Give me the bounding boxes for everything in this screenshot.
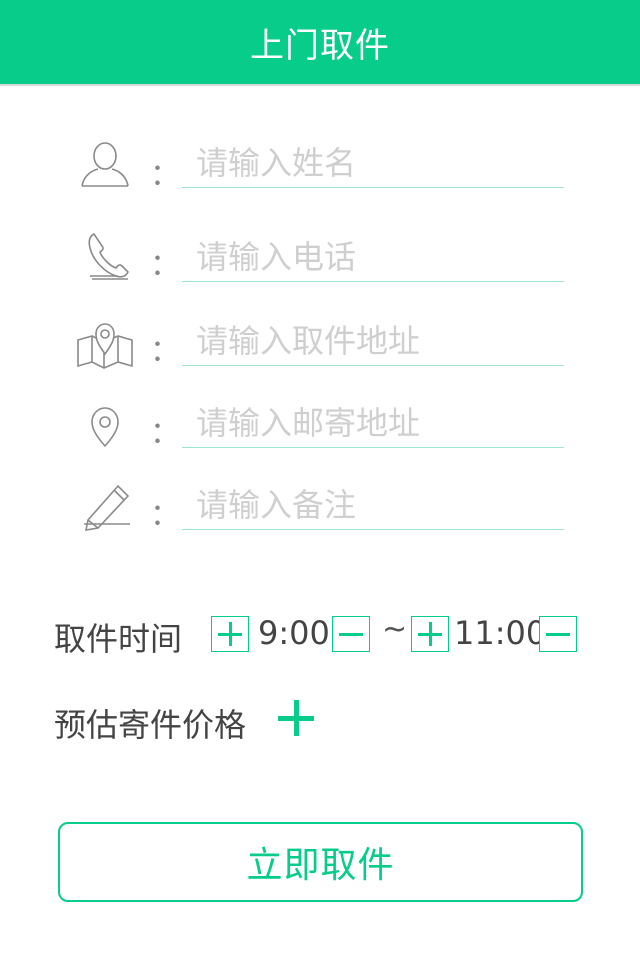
time-separator: ~	[382, 612, 408, 647]
pickup-time-row: 取件时间 9:00 ~ 11:00	[54, 612, 614, 658]
name-input[interactable]	[182, 138, 564, 188]
colon-label: ：	[150, 248, 180, 283]
location-pin-icon	[74, 398, 136, 458]
header-bar: 上门取件	[0, 0, 640, 86]
colon-label: ：	[150, 416, 180, 451]
colon-label: ：	[150, 334, 180, 369]
pencil-icon	[74, 478, 136, 538]
page-title: 上门取件	[250, 25, 390, 66]
start-time-value: 9:00	[258, 614, 330, 652]
name-row: ：	[0, 136, 640, 206]
price-estimate-expand-button[interactable]	[278, 698, 314, 738]
phone-icon	[74, 226, 136, 286]
price-estimate-label: 预估寄件价格	[54, 706, 247, 744]
notes-input[interactable]	[182, 480, 564, 530]
colon-label: ：	[150, 158, 180, 193]
start-time-increase-button[interactable]	[211, 616, 249, 652]
pickup-address-input[interactable]	[182, 316, 564, 366]
submit-pickup-label: 立即取件	[246, 845, 395, 886]
pickup-time-label: 取件时间	[54, 620, 183, 658]
colon-label: ：	[150, 498, 180, 533]
pickup-address-row: ：	[0, 314, 640, 384]
phone-input[interactable]	[182, 232, 564, 282]
map-pin-icon	[74, 314, 136, 374]
minus-icon	[546, 633, 570, 636]
minus-icon	[339, 633, 363, 636]
mailing-address-input[interactable]	[182, 398, 564, 448]
end-time-increase-button[interactable]	[411, 616, 449, 652]
mailing-address-row: ：	[0, 398, 640, 468]
start-time-decrease-button[interactable]	[332, 616, 370, 652]
end-time-value: 11:00	[454, 614, 547, 652]
notes-row: ：	[0, 478, 640, 548]
end-time-decrease-button[interactable]	[539, 616, 577, 652]
price-estimate-row: 预估寄件价格	[54, 698, 454, 744]
phone-row: ：	[0, 226, 640, 296]
submit-pickup-button[interactable]: 立即取件	[58, 822, 583, 902]
person-icon	[74, 136, 136, 196]
